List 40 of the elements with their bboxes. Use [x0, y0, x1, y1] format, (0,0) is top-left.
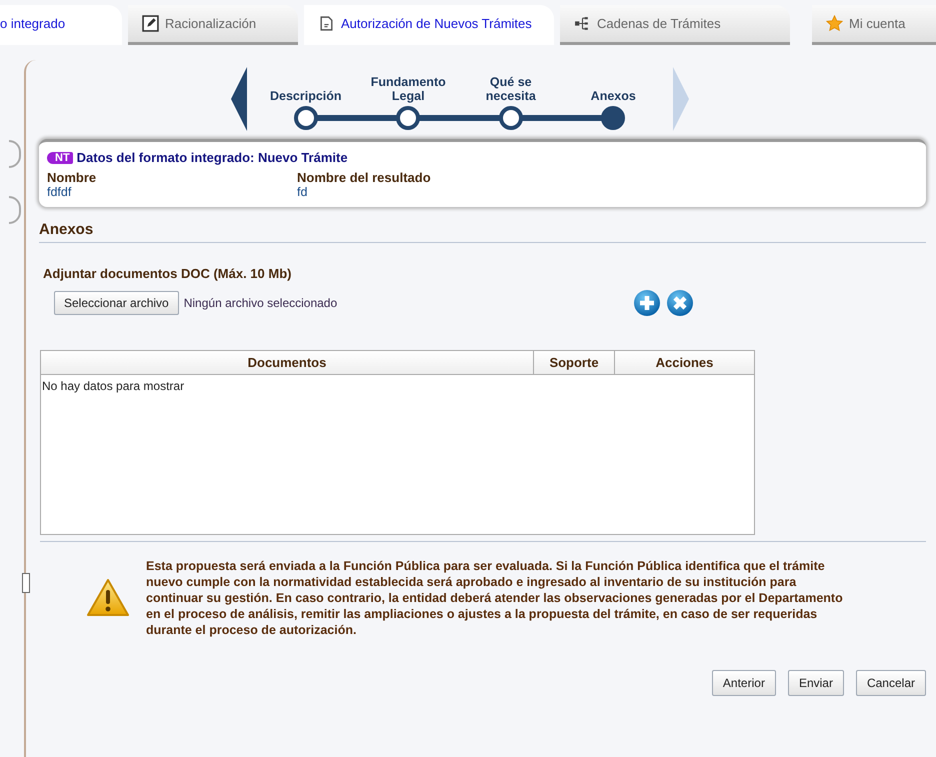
field-label: Nombre del resultado	[297, 170, 432, 185]
card-title: Datos del formato integrado: Nuevo Trámite	[76, 150, 348, 165]
step-label: Descripción	[268, 89, 343, 103]
action-button[interactable]: Anterior	[712, 670, 776, 696]
edge-arc	[9, 196, 21, 224]
warning-message: Esta propuesta será enviada a la Función Pública para ser evaluada. Si la Función Pública identifica que el trámite nuevo cumple con la normatividad establecida será aprobado e ingresado al inventario de su institución para continuar su gestión. En caso contrario, la entidad deberá atender las observaciones generadas por el Departamento en el proceso de análisis, remitir las ampliaciones o ajustes a la propuesta del trámite, en caso de ser requeridas durante el proceso de autorización.	[146, 558, 844, 638]
column-header[interactable]: Documentos	[41, 351, 534, 374]
previous-arrow[interactable]	[230, 67, 246, 131]
account-tab[interactable]: Mi cuenta	[812, 5, 936, 45]
field-label: Nombre	[47, 170, 98, 185]
field-value: fd	[297, 185, 308, 199]
action-button[interactable]: Enviar	[788, 670, 844, 696]
file-status: Ningún archivo seleccionado	[184, 296, 338, 310]
step-label: Anexos	[590, 89, 637, 103]
tab[interactable]: o integrado	[0, 5, 122, 45]
star-icon	[826, 15, 843, 32]
step-node[interactable]	[294, 106, 318, 130]
add-icon[interactable]	[633, 289, 661, 317]
hierarchy-icon	[574, 15, 591, 32]
document-icon	[318, 15, 335, 32]
column-header[interactable]: Acciones	[615, 351, 754, 374]
edge-arc	[9, 140, 21, 168]
tab[interactable]: Racionalización	[128, 5, 298, 45]
remove-icon[interactable]	[666, 289, 694, 317]
field-value: fdfdf	[47, 185, 72, 199]
edit-icon	[142, 15, 159, 32]
tab[interactable]: Cadenas de Trámites	[560, 5, 790, 45]
new-badge: NT	[47, 152, 73, 164]
warning-icon	[86, 577, 130, 619]
collapse-handle[interactable]	[22, 573, 30, 593]
step-node[interactable]	[601, 106, 626, 130]
tab[interactable]: Autorización de Nuevos Trámites	[304, 5, 554, 45]
action-button[interactable]: Cancelar	[856, 670, 926, 696]
upload-label: Adjuntar documentos DOC (Máx. 10 Mb)	[43, 266, 292, 281]
column-header[interactable]: Soporte	[534, 351, 615, 374]
choose-file-button[interactable]: Seleccionar archivo	[54, 291, 179, 315]
step-label: Qué se necesita	[484, 75, 537, 103]
section-title: Anexos	[39, 221, 926, 243]
step-label: Fundamento Legal	[370, 75, 447, 103]
empty-message: No hay datos para mostrar	[41, 378, 186, 395]
